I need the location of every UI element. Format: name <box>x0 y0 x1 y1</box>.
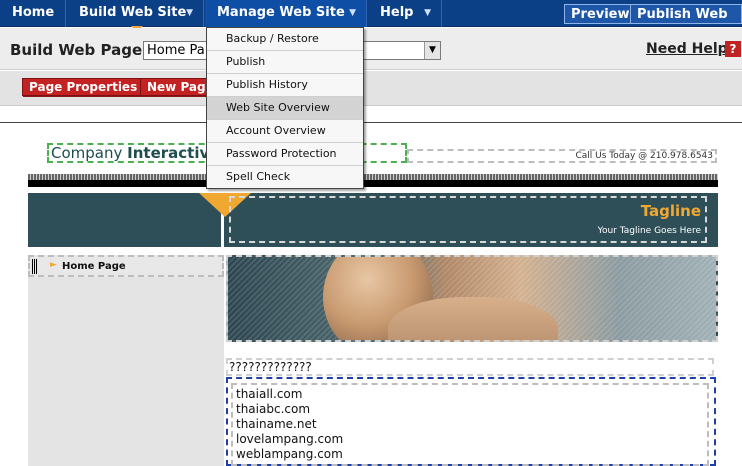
chevron-down-icon: ▼ <box>349 8 356 18</box>
nav-help-label: Help <box>380 5 414 20</box>
nav-manage-web-site[interactable]: Manage Web Site ▼ <box>205 0 367 27</box>
publish-web-site-button[interactable]: Publish Web Site <box>630 4 742 41</box>
nav-build-label: Build Web Site <box>79 5 187 20</box>
header-photo[interactable] <box>226 255 718 342</box>
link-item[interactable]: thaiall.com <box>236 387 704 402</box>
top-nav-bar: Home Build Web Site ▼ Manage Web Site ▼ … <box>0 0 742 41</box>
nav-help[interactable]: Help ▼ <box>368 0 442 27</box>
chevron-down-icon: ▼ <box>186 8 193 18</box>
banner-left-panel <box>28 193 221 247</box>
tagline-title: Tagline <box>640 202 701 220</box>
menu-item-web-site-overview[interactable]: Web Site Overview <box>207 97 363 120</box>
decorative-black-bar <box>28 180 718 187</box>
menu-item-account-overview[interactable]: Account Overview <box>207 120 363 143</box>
help-icon[interactable]: ? <box>725 41 741 57</box>
drag-handle-icon[interactable] <box>32 259 38 274</box>
nav-home-label: Home <box>12 5 55 20</box>
chevron-down-icon[interactable]: ▼ <box>424 42 440 59</box>
chevron-down-icon: ▼ <box>424 8 431 18</box>
link-item[interactable]: lovelampang.com <box>236 432 704 447</box>
content-links-field[interactable]: thaiall.com thaiabc.com thainame.net lov… <box>231 383 709 466</box>
link-item[interactable]: weblampang.com <box>236 447 704 462</box>
arrow-right-icon: ► <box>50 260 57 270</box>
nav-manage-label: Manage Web Site <box>217 5 345 20</box>
need-help-link[interactable]: Need Help? <box>646 41 736 57</box>
menu-item-password-protection[interactable]: Password Protection <box>207 143 363 166</box>
preview-button[interactable]: Preview <box>564 4 637 24</box>
page-properties-button[interactable]: Page Properties <box>22 78 145 96</box>
left-nav-item-home-page[interactable]: ► Home Page <box>28 255 224 277</box>
page-selector-bar: Build Web Pages: Home Pa ▼ Need Help? ? <box>0 28 742 70</box>
call-us-field[interactable]: Call Us Today @ 210.978.6543 <box>407 149 717 163</box>
menu-item-backup-restore[interactable]: Backup / Restore <box>207 28 363 51</box>
link-item[interactable]: thainame.net <box>236 417 704 432</box>
build-web-pages-label: Build Web Pages: <box>10 41 158 59</box>
tagline-subtitle: Your Tagline Goes Here <box>597 226 701 236</box>
divider <box>0 122 742 123</box>
left-nav-item-label: Home Page <box>62 261 126 272</box>
nav-home[interactable]: Home <box>0 0 66 27</box>
company-name-prefix: Company <box>51 144 128 162</box>
page-select-value: Home Pa <box>147 43 205 58</box>
content-heading-field[interactable]: ????????????? <box>226 358 714 376</box>
menu-item-spell-check[interactable]: Spell Check <box>207 166 363 189</box>
site-left-nav: ► Home Page <box>28 255 224 466</box>
menu-item-publish-history[interactable]: Publish History <box>207 74 363 97</box>
page-actions-bar: Page Properties New Page <box>0 71 742 106</box>
nav-build-web-site[interactable]: Build Web Site ▼ <box>67 0 204 27</box>
tagline-field[interactable]: Tagline Your Tagline Goes Here <box>229 196 707 243</box>
photo-shoulder <box>388 297 558 340</box>
manage-web-site-menu: Backup / Restore Publish Publish History… <box>206 27 364 189</box>
menu-item-publish[interactable]: Publish <box>207 51 363 74</box>
link-item[interactable]: thaiabc.com <box>236 402 704 417</box>
